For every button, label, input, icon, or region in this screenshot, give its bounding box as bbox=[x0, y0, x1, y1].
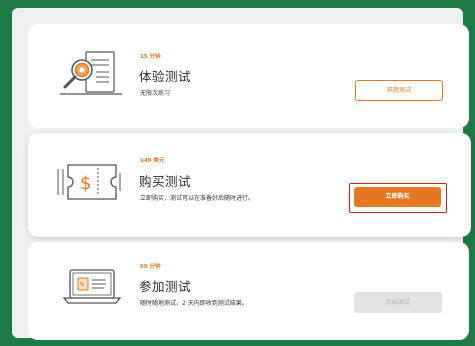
options-panel: 15 分钟 体验测试 无限次练习 样题测试 $ $49 美元 购买测试 立即购买… bbox=[12, 8, 471, 340]
dollar-ticket-icon: $ bbox=[56, 155, 126, 217]
laptop-icon: ✎ bbox=[56, 258, 126, 320]
take-test-card: ✎ 60 分钟 参加测试 随时随地测试，2 天内即收到测试结果。 开始测试 bbox=[28, 242, 469, 340]
card-title: 体验测试 bbox=[139, 69, 192, 84]
buy-test-card: $ $49 美元 购买测试 立即购买，测试可以在准备好后随时进行。 立即购买 bbox=[28, 133, 471, 237]
buy-now-button[interactable]: 立即购买 bbox=[354, 187, 441, 207]
start-test-button[interactable]: 开始测试 bbox=[354, 292, 442, 313]
magnifier-document-icon bbox=[56, 46, 126, 108]
duration-label: 60 分钟 bbox=[140, 264, 161, 270]
card-description: 随时随地测试，2 天内即收到测试结果。 bbox=[140, 300, 248, 307]
price-label: $49 美元 bbox=[140, 158, 165, 164]
card-description: 立即购买，测试可以在准备好后随时进行。 bbox=[140, 195, 255, 202]
buy-now-highlight: 立即购买 bbox=[349, 183, 447, 213]
svg-text:✎: ✎ bbox=[80, 281, 86, 289]
trial-test-card: 15 分钟 体验测试 无限次练习 样题测试 bbox=[28, 24, 469, 128]
sample-test-button[interactable]: 样题测试 bbox=[355, 80, 443, 101]
card-description: 无限次练习 bbox=[140, 90, 171, 97]
card-title: 参加测试 bbox=[139, 279, 192, 294]
svg-text:$: $ bbox=[80, 173, 91, 194]
card-title: 购买测试 bbox=[139, 174, 192, 189]
duration-label: 15 分钟 bbox=[140, 54, 161, 60]
